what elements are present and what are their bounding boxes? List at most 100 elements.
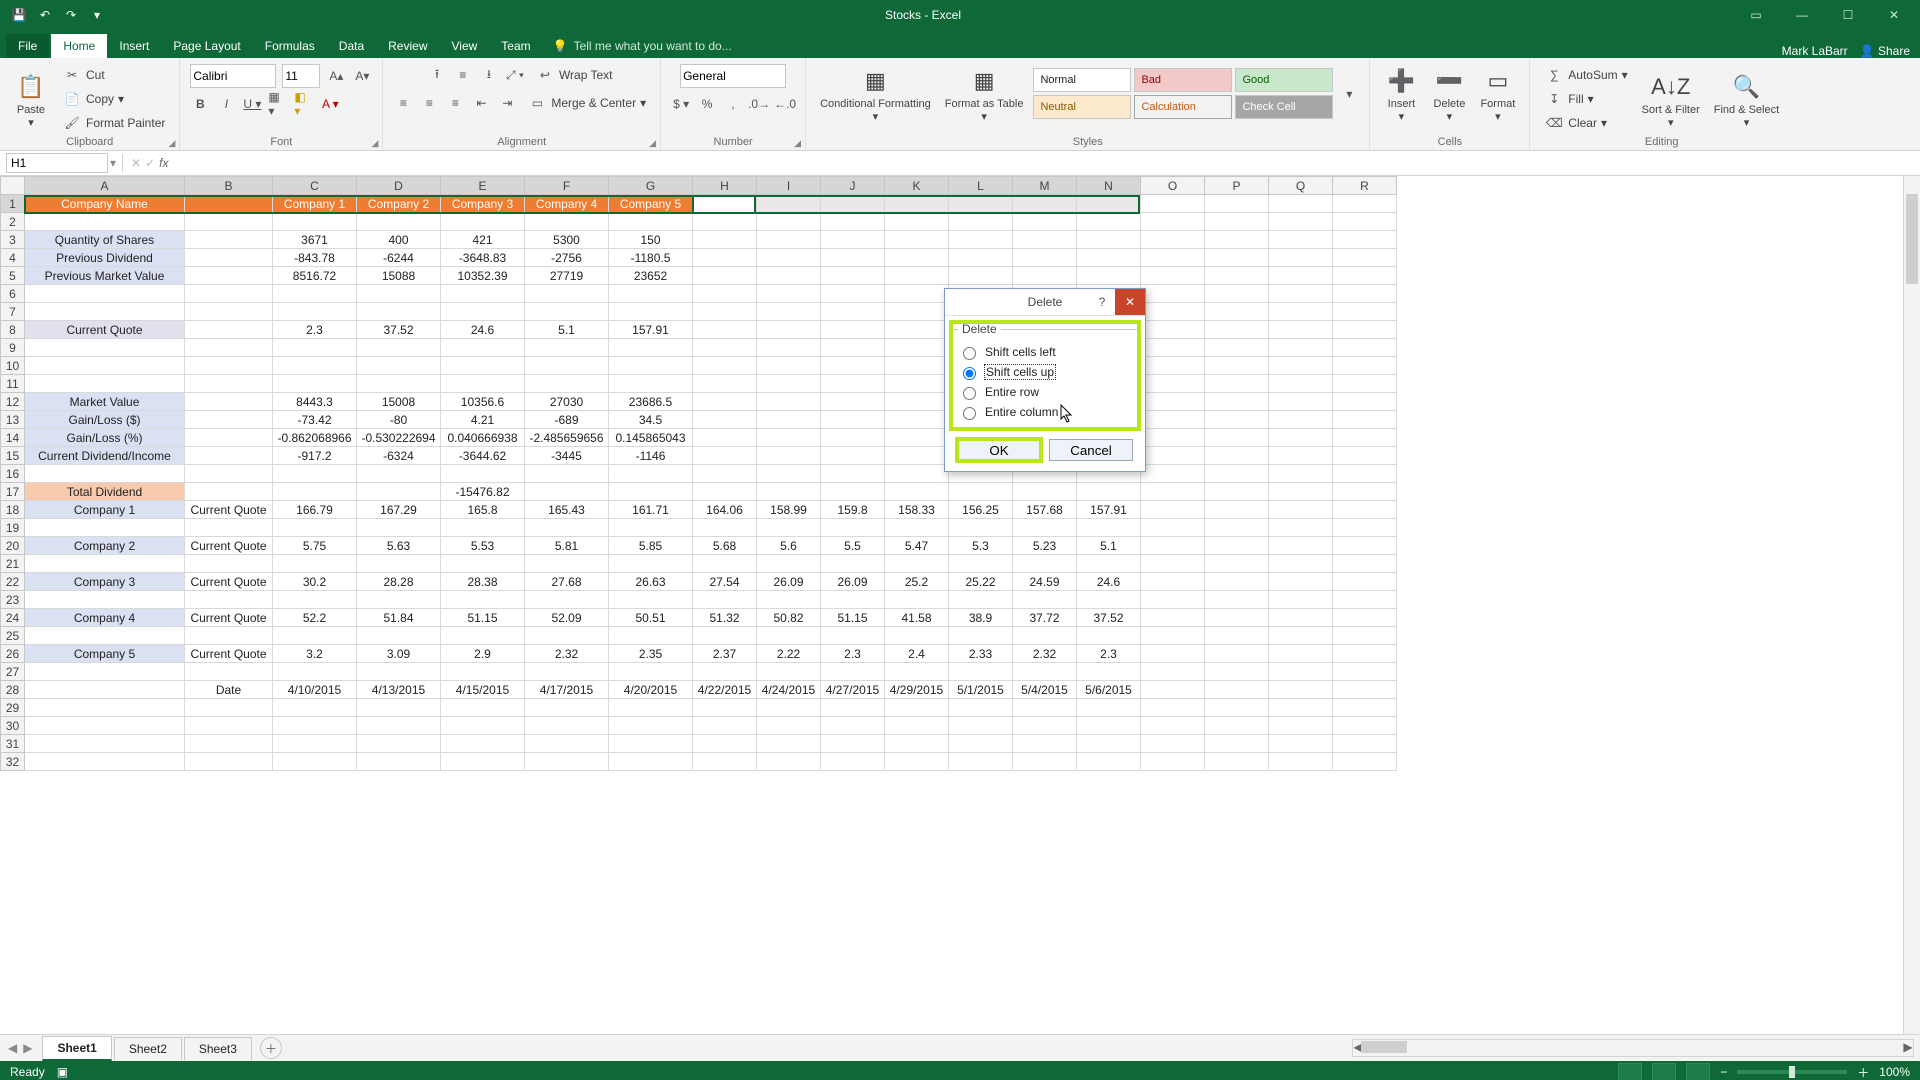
- cell[interactable]: [885, 375, 949, 393]
- cell[interactable]: [1269, 195, 1333, 213]
- cell[interactable]: [1141, 753, 1205, 771]
- cell[interactable]: [949, 483, 1013, 501]
- row-header[interactable]: 32: [1, 753, 25, 771]
- select-all-corner[interactable]: [1, 177, 25, 195]
- cell[interactable]: [1141, 249, 1205, 267]
- cell[interactable]: [25, 681, 185, 699]
- scrollbar-thumb[interactable]: [1361, 1041, 1407, 1053]
- cell[interactable]: [185, 393, 273, 411]
- ribbon-display-icon[interactable]: ▭: [1738, 3, 1774, 27]
- row-header[interactable]: 28: [1, 681, 25, 699]
- cell[interactable]: [185, 717, 273, 735]
- cell[interactable]: 2.22: [757, 645, 821, 663]
- cell[interactable]: [185, 429, 273, 447]
- cell[interactable]: Company Name: [25, 195, 185, 213]
- cell[interactable]: 23652: [609, 267, 693, 285]
- launcher-icon[interactable]: ◢: [794, 138, 801, 149]
- cell[interactable]: [1333, 609, 1397, 627]
- cell[interactable]: [357, 735, 441, 753]
- cell[interactable]: [821, 303, 885, 321]
- cell[interactable]: 10352.39: [441, 267, 525, 285]
- cell[interactable]: Company 5: [609, 195, 693, 213]
- conditional-formatting-button[interactable]: ▦Conditional Formatting ▾: [816, 64, 935, 123]
- cell[interactable]: [185, 735, 273, 753]
- cell[interactable]: Company 1: [273, 195, 357, 213]
- cell[interactable]: 166.79: [273, 501, 357, 519]
- cell[interactable]: [757, 429, 821, 447]
- cell[interactable]: 4/15/2015: [441, 681, 525, 699]
- font-size-combo[interactable]: [282, 64, 320, 88]
- col-header[interactable]: G: [609, 177, 693, 195]
- cell[interactable]: [885, 735, 949, 753]
- cell[interactable]: [1205, 645, 1269, 663]
- view-normal-icon[interactable]: [1618, 1063, 1642, 1080]
- cell[interactable]: [1205, 735, 1269, 753]
- cell[interactable]: [757, 375, 821, 393]
- cell[interactable]: [357, 303, 441, 321]
- cell[interactable]: 37.52: [1077, 609, 1141, 627]
- cell[interactable]: [821, 753, 885, 771]
- cell[interactable]: 2.3: [821, 645, 885, 663]
- row-header[interactable]: 2: [1, 213, 25, 231]
- cell[interactable]: [821, 411, 885, 429]
- cell[interactable]: [273, 303, 357, 321]
- cell[interactable]: -73.42: [273, 411, 357, 429]
- row-header[interactable]: 3: [1, 231, 25, 249]
- cell[interactable]: [757, 753, 821, 771]
- cell[interactable]: [185, 627, 273, 645]
- cell[interactable]: 27.68: [525, 573, 609, 591]
- cell[interactable]: [1269, 285, 1333, 303]
- cell[interactable]: [1205, 303, 1269, 321]
- cell[interactable]: [273, 717, 357, 735]
- cell[interactable]: [757, 195, 821, 213]
- cell[interactable]: 158.33: [885, 501, 949, 519]
- cell[interactable]: Previous Dividend: [25, 249, 185, 267]
- decrease-font-icon[interactable]: A▾: [352, 66, 372, 86]
- cell[interactable]: [949, 627, 1013, 645]
- cell[interactable]: [609, 735, 693, 753]
- dialog-help-icon[interactable]: ?: [1091, 289, 1113, 315]
- cell[interactable]: 2.3: [1077, 645, 1141, 663]
- option-shift-up[interactable]: Shift cells up: [958, 362, 1132, 382]
- cell[interactable]: [757, 393, 821, 411]
- cell[interactable]: 51.15: [441, 609, 525, 627]
- cell[interactable]: [357, 663, 441, 681]
- bold-button[interactable]: B: [190, 94, 210, 114]
- option-entire-row[interactable]: Entire row: [958, 382, 1132, 402]
- cell[interactable]: [1077, 213, 1141, 231]
- row-header[interactable]: 20: [1, 537, 25, 555]
- cell[interactable]: [1141, 627, 1205, 645]
- sort-filter-button[interactable]: A↓ZSort & Filter ▾: [1638, 70, 1704, 129]
- cell[interactable]: Date: [185, 681, 273, 699]
- cell[interactable]: Quantity of Shares: [25, 231, 185, 249]
- cell[interactable]: [441, 735, 525, 753]
- cell[interactable]: [1077, 249, 1141, 267]
- cell[interactable]: [821, 393, 885, 411]
- cell[interactable]: [885, 285, 949, 303]
- cell[interactable]: [1205, 375, 1269, 393]
- cell[interactable]: [693, 519, 757, 537]
- cell[interactable]: [441, 285, 525, 303]
- cell[interactable]: [609, 465, 693, 483]
- cell[interactable]: 5.6: [757, 537, 821, 555]
- cell[interactable]: [693, 699, 757, 717]
- cell[interactable]: [1269, 393, 1333, 411]
- cell[interactable]: 5.23: [1013, 537, 1077, 555]
- cell[interactable]: [1013, 231, 1077, 249]
- cell[interactable]: [949, 267, 1013, 285]
- cell[interactable]: [949, 735, 1013, 753]
- cell[interactable]: [693, 483, 757, 501]
- cell[interactable]: [757, 339, 821, 357]
- cell[interactable]: [609, 753, 693, 771]
- row-header[interactable]: 23: [1, 591, 25, 609]
- cell[interactable]: [441, 591, 525, 609]
- align-right-icon[interactable]: ≡: [445, 93, 465, 113]
- cell[interactable]: [1077, 663, 1141, 681]
- cell[interactable]: 15008: [357, 393, 441, 411]
- cell[interactable]: Current Quote: [185, 645, 273, 663]
- cell[interactable]: Company 3: [441, 195, 525, 213]
- cell[interactable]: [1141, 321, 1205, 339]
- cell[interactable]: [885, 231, 949, 249]
- cell[interactable]: [1141, 537, 1205, 555]
- cell[interactable]: [525, 663, 609, 681]
